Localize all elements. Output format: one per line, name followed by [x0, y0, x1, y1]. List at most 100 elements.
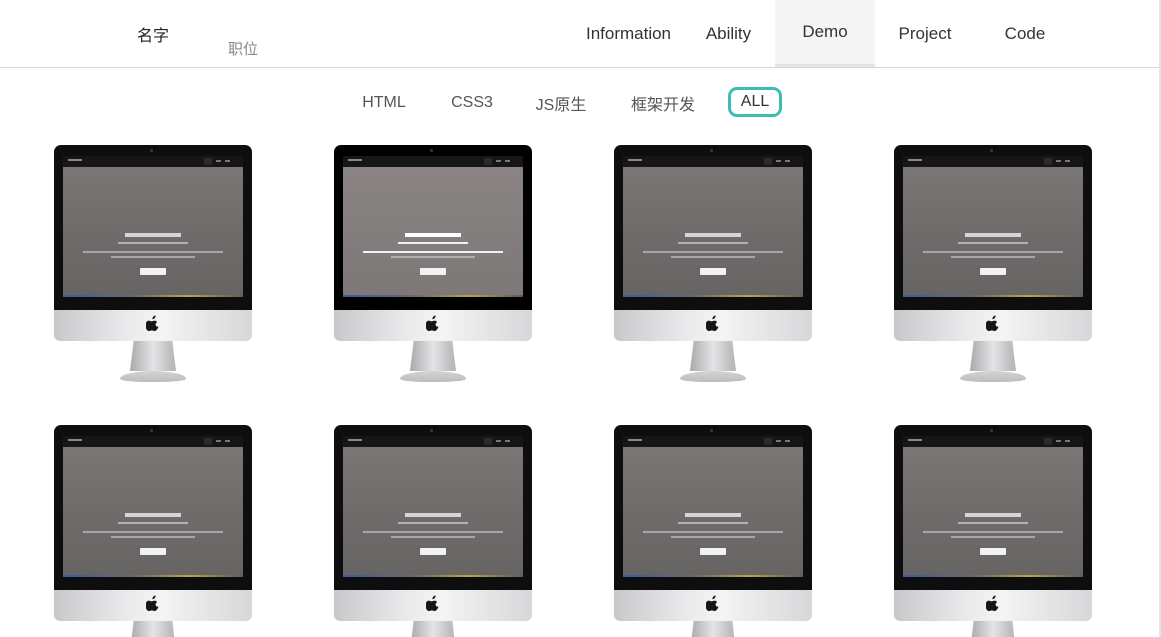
preview-paragraph-line	[363, 251, 503, 253]
demo-card[interactable]	[614, 145, 814, 385]
filter-all[interactable]: ALL	[728, 87, 782, 117]
filter-css3[interactable]: CSS3	[444, 88, 500, 118]
camera-dot	[990, 429, 993, 432]
demo-card[interactable]	[54, 145, 254, 385]
preview-footer-stripe	[343, 295, 523, 297]
preview-footer-stripe	[343, 575, 523, 577]
filter-framework[interactable]: 框架开发	[623, 88, 703, 118]
imac-icon	[614, 425, 812, 590]
imac-stand-foot	[400, 371, 466, 382]
preview-nav-link	[1065, 440, 1070, 442]
demo-card[interactable]	[334, 145, 534, 385]
demo-preview-screen	[343, 156, 523, 297]
preview-nav-link	[776, 440, 781, 442]
preview-paragraph-line	[83, 251, 223, 253]
demo-card[interactable]	[894, 145, 1094, 385]
preview-paragraph-line	[83, 531, 223, 533]
preview-subtitle-line	[118, 522, 188, 524]
preview-heading-line	[685, 233, 741, 237]
preview-button	[140, 268, 166, 275]
preview-navbar	[343, 156, 523, 167]
preview-subtitle-line	[118, 242, 188, 244]
preview-navbar	[903, 156, 1083, 167]
preview-subtitle-line	[398, 522, 468, 524]
preview-button	[700, 268, 726, 275]
imac-stand-neck	[970, 341, 1016, 371]
camera-dot	[150, 429, 153, 432]
apple-logo-icon	[705, 315, 719, 332]
imac-stand-neck	[130, 621, 176, 637]
preview-nav-active	[484, 438, 492, 445]
preview-nav-link	[785, 160, 790, 162]
demo-card[interactable]	[334, 425, 534, 637]
demo-card[interactable]	[614, 425, 814, 637]
demo-preview-screen	[63, 156, 243, 297]
preview-paragraph-line	[923, 251, 1063, 253]
nav-item-project[interactable]: Project	[875, 0, 975, 67]
apple-logo-icon	[985, 595, 1000, 614]
apple-logo-icon	[145, 315, 160, 334]
nav-item-code[interactable]: Code	[975, 0, 1075, 67]
preview-paragraph-line	[671, 256, 755, 258]
camera-dot	[430, 149, 433, 152]
preview-navbar	[63, 436, 243, 447]
nav-item-information[interactable]: Information	[575, 0, 682, 67]
imac-icon	[54, 425, 252, 590]
imac-icon	[894, 425, 1092, 590]
preview-paragraph-line	[643, 251, 783, 253]
preview-logo	[908, 439, 922, 441]
preview-paragraph-line	[391, 536, 475, 538]
preview-nav-active	[1044, 158, 1052, 165]
preview-nav-link	[225, 440, 230, 442]
nav-item-demo[interactable]: Demo	[775, 0, 875, 67]
preview-nav-link	[785, 440, 790, 442]
demo-card[interactable]	[54, 425, 254, 637]
preview-paragraph-line	[951, 536, 1035, 538]
preview-subtitle-line	[678, 242, 748, 244]
preview-navbar	[903, 436, 1083, 447]
demo-preview-screen	[903, 436, 1083, 577]
imac-stand-neck	[690, 341, 736, 371]
preview-nav-active	[484, 158, 492, 165]
nav-item-ability[interactable]: Ability	[682, 0, 775, 67]
preview-heading-line	[965, 233, 1021, 237]
preview-navbar	[623, 156, 803, 167]
preview-footer-stripe	[63, 575, 243, 577]
preview-paragraph-line	[671, 536, 755, 538]
preview-nav-link	[505, 160, 510, 162]
imac-stand-neck	[690, 621, 736, 637]
preview-logo	[628, 159, 642, 161]
filter-html[interactable]: HTML	[352, 88, 416, 118]
apple-logo-icon	[985, 315, 999, 332]
apple-logo-icon	[705, 595, 719, 612]
preview-paragraph-line	[111, 536, 195, 538]
preview-heading-line	[965, 513, 1021, 517]
camera-dot	[430, 429, 433, 432]
demo-preview-screen	[63, 436, 243, 577]
preview-nav-link	[1056, 160, 1061, 162]
apple-logo-icon	[425, 315, 440, 334]
preview-navbar	[623, 436, 803, 447]
preview-logo	[628, 439, 642, 441]
imac-stand-neck	[410, 621, 456, 637]
preview-nav-active	[764, 158, 772, 165]
preview-paragraph-line	[643, 531, 783, 533]
portfolio-page: 名字 职位 Information Ability Demo Project C…	[0, 0, 1161, 637]
apple-logo-icon	[425, 595, 440, 614]
apple-logo-icon	[145, 595, 159, 612]
preview-button	[700, 548, 726, 555]
preview-paragraph-line	[923, 531, 1063, 533]
preview-nav-link	[1065, 160, 1070, 162]
preview-heading-line	[125, 513, 181, 517]
imac-stand-foot	[120, 371, 186, 382]
preview-logo	[348, 439, 362, 441]
apple-logo-icon	[425, 315, 439, 332]
brand-name[interactable]: 名字	[137, 22, 169, 46]
filter-js-native[interactable]: JS原生	[527, 88, 595, 118]
demo-card[interactable]	[894, 425, 1094, 637]
preview-heading-line	[405, 233, 461, 237]
preview-nav-link	[216, 440, 221, 442]
imac-stand-foot	[960, 371, 1026, 382]
preview-paragraph-line	[951, 256, 1035, 258]
preview-paragraph-line	[391, 256, 475, 258]
